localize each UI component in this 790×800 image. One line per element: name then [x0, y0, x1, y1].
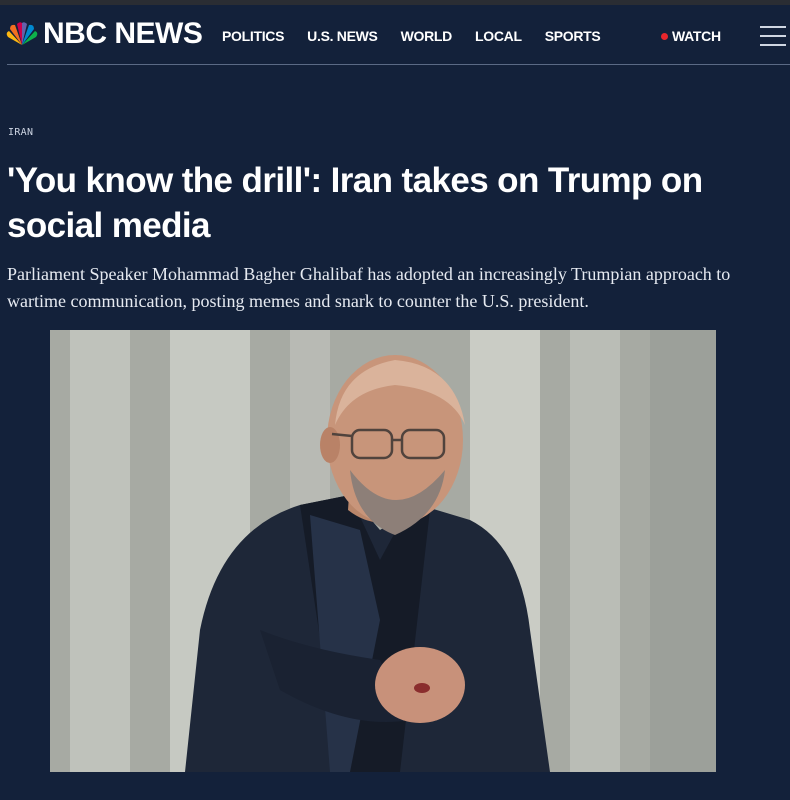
- site-header: NBC NEWS POLITICS U.S. NEWS WORLD LOCAL …: [0, 5, 790, 65]
- menu-line: [760, 26, 786, 28]
- hamburger-menu-icon[interactable]: [760, 26, 786, 48]
- watch-button[interactable]: WATCH: [661, 28, 721, 44]
- hero-image: [50, 330, 716, 772]
- menu-line: [760, 44, 786, 46]
- nav-link-sports[interactable]: SPORTS: [545, 28, 601, 44]
- article-headline: 'You know the drill': Iran takes on Trum…: [7, 161, 703, 245]
- nbc-news-logo[interactable]: NBC NEWS: [5, 17, 203, 50]
- nav-link-us-news[interactable]: U.S. NEWS: [307, 28, 378, 44]
- nav-link-politics[interactable]: POLITICS: [222, 28, 284, 44]
- menu-line: [760, 35, 786, 37]
- live-dot-icon: [661, 32, 668, 40]
- article-dek: Parliament Speaker Mohammad Bagher Ghali…: [7, 264, 731, 311]
- logo-text: NBC NEWS: [43, 17, 203, 50]
- section-label[interactable]: IRAN: [8, 127, 33, 138]
- primary-nav: POLITICS U.S. NEWS WORLD LOCAL SPORTS: [222, 28, 623, 44]
- hero-photo-illustration: [50, 330, 716, 772]
- peacock-icon: [6, 22, 38, 45]
- header-divider: [7, 64, 790, 65]
- nav-link-local[interactable]: LOCAL: [475, 28, 522, 44]
- nav-link-world[interactable]: WORLD: [401, 28, 453, 44]
- watch-label: WATCH: [672, 28, 721, 44]
